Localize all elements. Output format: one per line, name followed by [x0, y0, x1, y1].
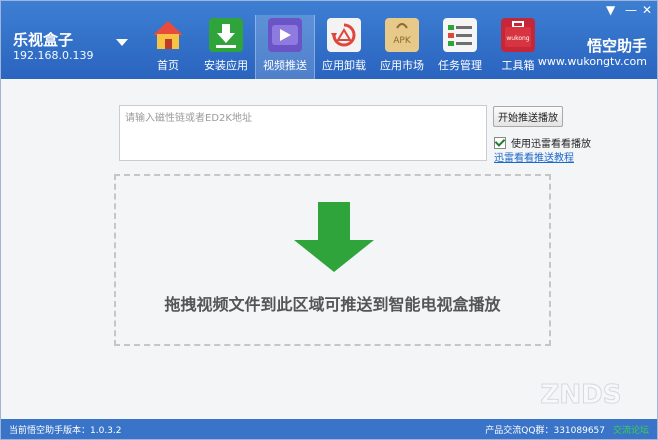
xunlei-checkbox[interactable] — [494, 136, 506, 149]
install-icon — [209, 18, 243, 52]
nav-video-push[interactable]: 视频推送 — [255, 15, 315, 79]
task-manager-icon — [443, 18, 477, 52]
znds-watermark-logo: ZNDS — [511, 373, 651, 413]
brand-name: 悟空助手 — [586, 37, 647, 55]
xunlei-tutorial-link[interactable]: 迅雷看看推送教程 — [494, 149, 574, 164]
nav-home[interactable]: 首页 — [139, 15, 197, 79]
brand-url: www.wukongtv.com — [537, 55, 647, 68]
qq-group-text: 产品交流QQ群：331089657 — [485, 426, 605, 436]
down-arrow-icon — [294, 202, 374, 276]
home-icon — [151, 18, 185, 52]
nav-app-market-label: 应用市场 — [380, 59, 424, 72]
xunlei-checkbox-label: 使用迅雷看看播放 — [511, 139, 591, 150]
nav-app-market[interactable]: APK 应用市场 — [373, 15, 431, 79]
device-dropdown-icon[interactable] — [116, 39, 128, 46]
magnet-url-box — [119, 105, 487, 161]
device-selector[interactable]: 乐视盒子 192.168.0.139 — [13, 31, 133, 63]
status-bar: 当前悟空助手版本：1.0.3.2 产品交流QQ群：331089657 交流论坛 — [1, 419, 657, 439]
magnet-url-input[interactable] — [120, 106, 486, 160]
nav-home-label: 首页 — [157, 59, 179, 72]
minimize-button[interactable]: — — [625, 4, 637, 16]
nav-install-label: 安装应用 — [204, 59, 248, 72]
toolbox-icon: wukong — [501, 18, 535, 52]
menu-dropdown-icon[interactable]: ▼ — [606, 4, 615, 16]
toolbox-badge: wukong — [506, 35, 529, 42]
start-push-button[interactable]: 开始推送播放 — [493, 106, 563, 127]
nav-video-push-label: 视频推送 — [263, 59, 307, 72]
nav-uninstall-label: 应用卸载 — [322, 59, 366, 72]
brand-block: 悟空助手 www.wukongtv.com — [538, 37, 647, 69]
nav-task-manager-label: 任务管理 — [438, 59, 482, 72]
forum-link[interactable]: 交流论坛 — [613, 423, 649, 436]
nav-uninstall[interactable]: 应用卸载 — [315, 15, 373, 79]
xunlei-checkbox-row[interactable]: 使用迅雷看看播放 — [494, 135, 591, 150]
svg-text:APK: APK — [393, 36, 412, 46]
video-drop-zone[interactable]: 拖拽视频文件到此区域可推送到智能电视盒播放 — [114, 174, 551, 346]
apk-market-icon: APK — [385, 18, 419, 52]
device-name: 乐视盒子 — [13, 31, 74, 49]
video-push-icon — [268, 18, 302, 52]
uninstall-icon — [327, 18, 361, 52]
version-text: 当前悟空助手版本：1.0.3.2 — [9, 426, 122, 436]
header-bar: ▼ — ✕ 乐视盒子 192.168.0.139 首页 安装应用 视频推送 应用… — [1, 1, 657, 79]
device-ip: 192.168.0.139 — [13, 49, 94, 62]
drop-instructions: 拖拽视频文件到此区域可推送到智能电视盒播放 — [164, 295, 501, 314]
svg-text:ZNDS: ZNDS — [541, 380, 622, 410]
close-button[interactable]: ✕ — [642, 4, 652, 16]
main-nav: 首页 安装应用 视频推送 应用卸载 APK 应用市场 任务管理 wukong 工… — [139, 15, 547, 79]
nav-task-manager[interactable]: 任务管理 — [431, 15, 489, 79]
app-window: ▼ — ✕ 乐视盒子 192.168.0.139 首页 安装应用 视频推送 应用… — [0, 0, 658, 440]
nav-install-app[interactable]: 安装应用 — [197, 15, 255, 79]
